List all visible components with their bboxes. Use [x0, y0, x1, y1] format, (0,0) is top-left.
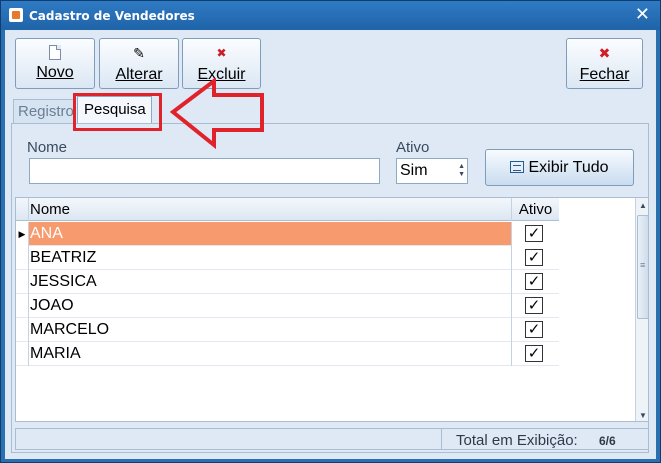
ativo-label: Ativo [396, 139, 430, 156]
row-indicator[interactable] [16, 342, 29, 366]
alterar-button[interactable]: ✎ Alterar [99, 38, 179, 89]
status-total-count: 6/6 [599, 434, 616, 448]
cell-nome: MARIA [30, 345, 81, 362]
cell-ativo: ✓ [511, 342, 559, 366]
window-title: Cadastro de Vendedores [29, 9, 195, 23]
ativo-checkbox[interactable]: ✓ [525, 321, 543, 338]
scroll-thumb[interactable] [637, 215, 648, 319]
cell-nome: ANA [30, 225, 63, 242]
list-icon [510, 161, 525, 173]
vertical-scrollbar[interactable]: ▲ ▼ [635, 198, 648, 421]
current-row-indicator-icon[interactable]: ▶ [16, 222, 29, 246]
edit-pencil-icon: ✎ [133, 45, 145, 61]
cell-ativo: ✓ [511, 246, 559, 270]
ativo-checkbox[interactable]: ✓ [525, 297, 543, 314]
cell-nome: MARCELO [30, 321, 110, 338]
novo-button[interactable]: Novo [15, 38, 95, 89]
status-bar: Total em Exibição: 6/6 [15, 428, 649, 450]
fechar-label: Fechar [579, 66, 630, 83]
grid-header: Nome Ativo [16, 198, 559, 221]
ativo-spin-field[interactable]: Sim ▲ ▼ [396, 158, 468, 184]
table-row[interactable]: MARCELO ✓ [16, 318, 559, 342]
table-row[interactable]: JESSICA ✓ [16, 270, 559, 294]
nome-search-input[interactable] [29, 158, 380, 184]
row-indicator[interactable] [16, 246, 29, 270]
cell-ativo: ✓ [511, 294, 559, 318]
spin-arrows-icon[interactable]: ▲ ▼ [458, 163, 465, 179]
alterar-label: Alterar [115, 66, 163, 83]
row-indicator[interactable] [16, 294, 29, 318]
app-window: Cadastro de Vendedores ✕ Novo ✎ Alterar … [0, 0, 661, 463]
column-header-nome[interactable]: Nome [30, 201, 70, 218]
vendedores-grid[interactable]: Nome Ativo ▶ ANA ✓ BEATRIZ ✓ JESSICA ✓ JOAO ✓ MAR… [15, 197, 649, 422]
row-indicator[interactable] [16, 318, 29, 342]
status-separator [441, 429, 442, 449]
ativo-checkbox[interactable]: ✓ [525, 225, 543, 242]
cell-nome: BEATRIZ [30, 249, 97, 266]
row-indicator[interactable] [16, 270, 29, 294]
novo-label: Novo [36, 64, 74, 81]
close-red-icon: ✖ [598, 45, 611, 61]
delete-document-icon: ✖ [216, 46, 227, 60]
annotation-highlight-box [73, 93, 162, 131]
cell-ativo: ✓ [511, 270, 559, 294]
ativo-checkbox[interactable]: ✓ [525, 345, 543, 362]
title-bar[interactable]: Cadastro de Vendedores ✕ [1, 1, 660, 30]
tab-registro[interactable]: Registro [13, 99, 75, 123]
ativo-checkbox[interactable]: ✓ [525, 273, 543, 290]
header-indicator [16, 198, 29, 221]
ativo-checkbox[interactable]: ✓ [525, 249, 543, 266]
new-document-icon [49, 45, 61, 60]
table-row[interactable]: BEATRIZ ✓ [16, 246, 559, 270]
cell-ativo: ✓ [511, 222, 559, 246]
annotation-arrow-icon [170, 78, 264, 150]
cell-nome: JESSICA [30, 273, 97, 290]
scroll-up-icon[interactable]: ▲ [636, 198, 648, 213]
status-total-label: Total em Exibição: [456, 432, 578, 449]
fechar-button[interactable]: ✖ Fechar [566, 38, 643, 89]
cell-nome: JOAO [30, 297, 74, 314]
table-row[interactable]: MARIA ✓ [16, 342, 559, 366]
nome-label: Nome [27, 139, 68, 156]
exibir-tudo-label: Exibir Tudo [528, 159, 609, 176]
cell-ativo: ✓ [511, 318, 559, 342]
scroll-down-icon[interactable]: ▼ [636, 408, 648, 421]
table-row[interactable]: JOAO ✓ [16, 294, 559, 318]
ativo-value: Sim [400, 162, 428, 179]
app-icon [9, 8, 23, 22]
column-header-ativo[interactable]: Ativo [511, 198, 559, 221]
table-row[interactable]: ▶ ANA ✓ [16, 222, 559, 246]
window-close-icon[interactable]: ✕ [635, 4, 650, 24]
exibir-tudo-button[interactable]: Exibir Tudo [485, 149, 634, 186]
